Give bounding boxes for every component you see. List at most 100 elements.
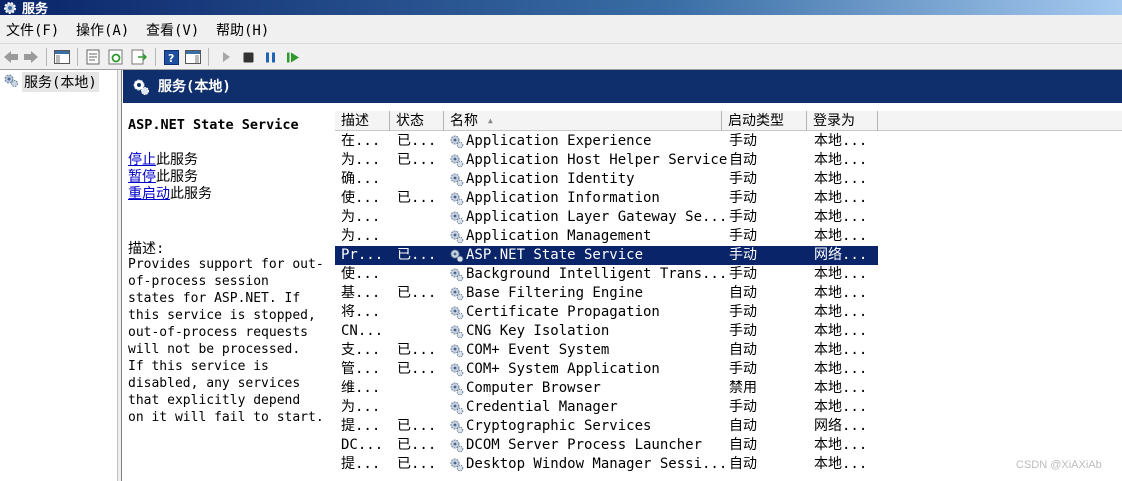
table-row[interactable]: DC... 已... DCOM Server Process Launcher 自动 本… [335,436,878,455]
pause-service-action: 暂停此服务 [128,169,212,186]
menu-help[interactable]: 帮助(H) [216,20,269,40]
cell-status: 已... [397,361,437,377]
cell-startup-type: 手动 [729,228,757,244]
start-service-icon[interactable] [217,48,235,66]
cell-name: Application Management [466,228,652,244]
restart-service-suffix: 此服务 [170,186,212,202]
column-header-log-on-as[interactable]: 登录为 [807,111,878,131]
cell-startup-type: 自动 [729,418,757,434]
action-pane-icon[interactable] [184,48,202,66]
table-row[interactable]: 使... Background Intelligent Trans... 手动 本地.… [335,265,878,284]
menu-view[interactable]: 查看(V) [146,20,199,40]
table-row[interactable]: 将... Certificate Propagation 手动 本地... [335,303,878,322]
column-header-description[interactable]: 描述 [335,111,390,131]
cell-description: 提... [341,456,381,472]
cell-status: 已... [397,190,437,206]
cell-startup-type: 自动 [729,456,757,472]
restart-service-icon[interactable] [284,48,302,66]
gear-icon [449,151,465,170]
tree-item-label: 服务(本地) [22,72,99,92]
table-row[interactable]: 为... Application Management 手动 本地... [335,227,878,246]
properties-icon[interactable] [84,48,102,66]
table-row[interactable]: 提... 已... Cryptographic Services 自动 网络... [335,417,878,436]
stop-service-link[interactable]: 停止 [128,152,156,168]
cell-log-on-as: 网络... [814,247,868,263]
cell-log-on-as: 本地... [814,304,868,320]
cell-status [397,208,445,227]
cell-startup-type: 手动 [729,209,757,225]
cell-description: 为... [341,209,381,225]
table-row[interactable]: 支... 已... COM+ Event System 自动 本地... [335,341,878,360]
pause-service-link[interactable]: 暂停 [128,169,156,185]
show-hide-console-tree-icon[interactable] [53,48,71,66]
cell-startup-type: 手动 [729,266,757,282]
table-row[interactable]: 使... 已... Application Information 手动 本地... [335,189,878,208]
column-header-startup-type[interactable]: 启动类型 [722,111,807,131]
gear-icon [449,189,465,208]
forward-arrow-icon[interactable] [22,48,40,66]
cell-description: 使... [341,190,381,206]
stop-service-action: 停止此服务 [128,152,212,169]
column-header-status[interactable]: 状态 [390,111,444,131]
table-row[interactable]: 为... Application Layer Gateway Se... 手动 本地.… [335,208,878,227]
cell-status: 已... [397,152,437,168]
cell-status [397,379,445,398]
pane-splitter[interactable] [118,70,122,481]
cell-log-on-as: 本地... [814,171,868,187]
cell-description: 确... [341,171,381,187]
cell-status [397,265,445,284]
cell-name: CNG Key Isolation [466,323,610,339]
gear-icon [449,265,465,284]
table-row[interactable]: 管... 已... COM+ System Application 手动 本地... [335,360,878,379]
menu-bar: 文件(F) 操作(A) 查看(V) 帮助(H) [0,15,1122,43]
table-row[interactable]: 在... 已... Application Experience 手动 本地... [335,132,878,151]
menu-action[interactable]: 操作(A) [76,20,129,40]
cell-status: 已... [397,285,437,301]
column-header-name[interactable]: 名称 ▲ [444,111,722,131]
gear-icon [449,360,465,379]
stop-service-icon[interactable] [239,48,257,66]
service-actions: 停止此服务 暂停此服务 重启动此服务 [128,152,212,203]
pane-header: 服务(本地) [123,70,1122,103]
menu-file[interactable]: 文件(F) [6,20,59,40]
toolbar-separator [208,48,209,66]
gear-icon [449,170,465,189]
cell-log-on-as: 本地... [814,342,868,358]
description-panel: ASP.NET State Service 停止此服务 暂停此服务 重启动此服务… [123,103,333,481]
table-row[interactable]: 为... 已... Application Host Helper Service 自… [335,151,878,170]
cell-name: ASP.NET State Service [466,247,644,263]
cell-description: 为... [341,152,381,168]
cell-name: Application Information [466,190,660,206]
cell-name: Credential Manager [466,399,618,415]
toolbar: ? [0,43,1122,70]
table-row[interactable]: 维... Computer Browser 禁用 本地... [335,379,878,398]
pause-service-icon[interactable] [261,48,279,66]
back-arrow-icon[interactable] [2,48,20,66]
sort-ascending-icon: ▲ [488,116,493,125]
gear-icon [449,398,465,417]
cell-description: 维... [341,380,381,396]
table-row[interactable]: 提... 已... Desktop Window Manager Sessi... 自… [335,455,878,474]
restart-service-action: 重启动此服务 [128,186,212,203]
refresh-icon[interactable] [107,48,125,66]
tree-item-services-local[interactable]: 服务(本地) [3,72,99,92]
gear-icon [449,341,465,360]
gear-icon [449,322,465,341]
cell-startup-type: 手动 [729,399,757,415]
table-row[interactable]: 基... 已... Base Filtering Engine 自动 本地... [335,284,878,303]
cell-startup-type: 手动 [729,171,757,187]
stop-service-suffix: 此服务 [156,152,198,168]
cell-log-on-as: 本地... [814,152,868,168]
selected-service-name: ASP.NET State Service [128,117,299,133]
table-row[interactable]: Pr... 已... ASP.NET State Service 手动 网络... [335,246,878,265]
table-row[interactable]: CN... CNG Key Isolation 手动 本地... [335,322,878,341]
help-icon[interactable]: ? [162,48,180,66]
table-row[interactable]: 为... Credential Manager 手动 本地... [335,398,878,417]
gear-icon [449,132,465,151]
table-row[interactable]: 确... Application Identity 手动 本地... [335,170,878,189]
cell-log-on-as: 本地... [814,209,868,225]
restart-service-link[interactable]: 重启动 [128,186,170,202]
gear-icon [449,227,465,246]
svg-text:?: ? [168,52,174,65]
export-list-icon[interactable] [130,48,148,66]
